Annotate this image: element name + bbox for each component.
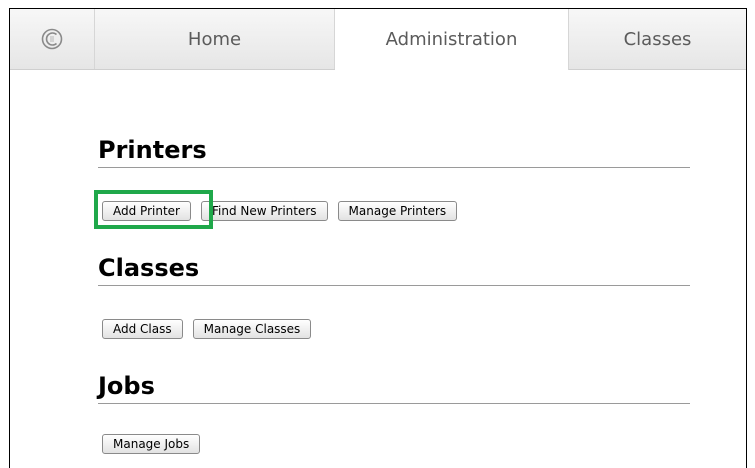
classes-section: Classes bbox=[98, 253, 690, 286]
tab-classes[interactable]: Classes bbox=[569, 9, 746, 69]
add-printer-highlight bbox=[94, 190, 213, 229]
tab-bar: Home Administration Classes bbox=[10, 9, 746, 70]
manage-classes-button[interactable]: Manage Classes bbox=[192, 319, 312, 339]
classes-button-row: Add Class Manage Classes bbox=[102, 319, 312, 339]
tab-home[interactable]: Home bbox=[95, 9, 335, 69]
find-new-printers-button[interactable]: Find New Printers bbox=[200, 201, 328, 221]
printers-section: Printers bbox=[98, 135, 690, 168]
tab-logo[interactable] bbox=[10, 9, 95, 69]
jobs-section: Jobs bbox=[98, 371, 690, 404]
browser-content-frame: Home Administration Classes Printers Add… bbox=[9, 8, 747, 468]
classes-heading: Classes bbox=[98, 253, 690, 286]
jobs-heading: Jobs bbox=[98, 371, 690, 404]
add-class-button[interactable]: Add Class bbox=[102, 319, 183, 339]
cups-logo-icon bbox=[41, 28, 63, 50]
manage-jobs-button[interactable]: Manage Jobs bbox=[102, 434, 201, 454]
tab-administration[interactable]: Administration bbox=[335, 9, 569, 70]
printers-heading: Printers bbox=[98, 135, 690, 168]
manage-printers-button[interactable]: Manage Printers bbox=[337, 201, 458, 221]
jobs-button-row: Manage Jobs bbox=[102, 434, 201, 454]
